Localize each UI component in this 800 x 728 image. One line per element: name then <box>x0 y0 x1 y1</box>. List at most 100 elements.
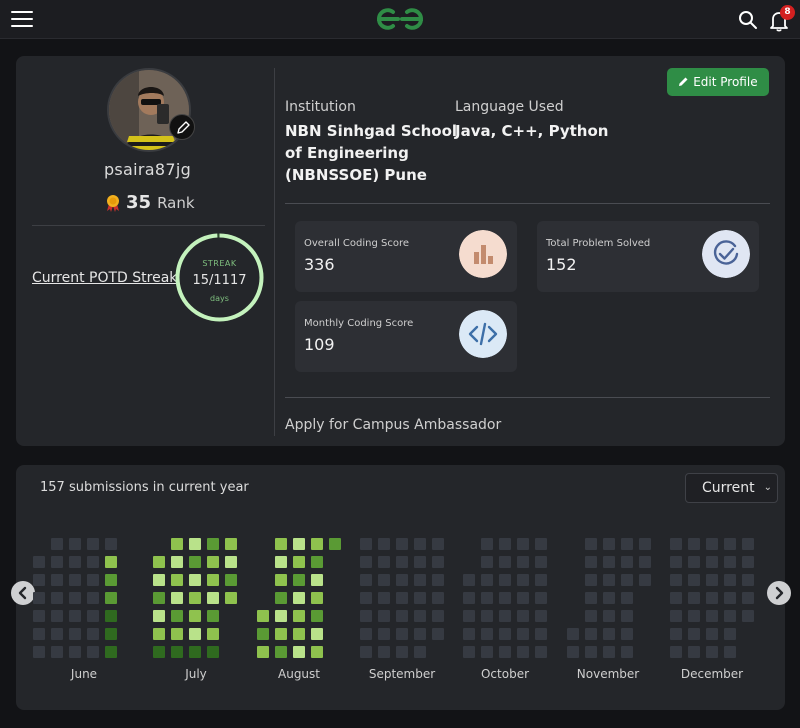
heatmap-cell[interactable] <box>171 574 183 586</box>
heatmap-cell[interactable] <box>724 556 736 568</box>
heatmap-cell[interactable] <box>414 574 426 586</box>
heatmap-cell[interactable] <box>481 646 493 658</box>
heatmap-cell[interactable] <box>225 538 237 550</box>
edit-profile-button[interactable]: Edit Profile <box>667 68 769 96</box>
heatmap-cell[interactable] <box>189 538 201 550</box>
heatmap-cell[interactable] <box>688 538 700 550</box>
heatmap-cell[interactable] <box>105 646 117 658</box>
heatmap-cell[interactable] <box>535 610 547 622</box>
heatmap-cell[interactable] <box>670 538 682 550</box>
heatmap-cell[interactable] <box>706 628 718 640</box>
heatmap-cell[interactable] <box>311 538 323 550</box>
heatmap-cell[interactable] <box>153 628 165 640</box>
heatmap-cell[interactable] <box>360 556 372 568</box>
heatmap-cell[interactable] <box>293 592 305 604</box>
heatmap-cell[interactable] <box>396 556 408 568</box>
heatmap-cell[interactable] <box>207 592 219 604</box>
heatmap-cell[interactable] <box>463 610 475 622</box>
heatmap-cell[interactable] <box>378 574 390 586</box>
heatmap-cell[interactable] <box>432 556 444 568</box>
heatmap-cell[interactable] <box>153 556 165 568</box>
heatmap-cell[interactable] <box>293 610 305 622</box>
heatmap-cell[interactable] <box>517 646 529 658</box>
heatmap-cell[interactable] <box>33 556 45 568</box>
heatmap-cell[interactable] <box>499 556 511 568</box>
heatmap-cell[interactable] <box>481 628 493 640</box>
heatmap-cell[interactable] <box>499 574 511 586</box>
heatmap-cell[interactable] <box>706 538 718 550</box>
heatmap-cell[interactable] <box>688 592 700 604</box>
heatmap-cell[interactable] <box>535 646 547 658</box>
heatmap-cell[interactable] <box>621 646 633 658</box>
heatmap-cell[interactable] <box>639 574 651 586</box>
heatmap-cell[interactable] <box>171 628 183 640</box>
heatmap-cell[interactable] <box>535 556 547 568</box>
heatmap-cell[interactable] <box>396 592 408 604</box>
heatmap-cell[interactable] <box>535 574 547 586</box>
heatmap-cell[interactable] <box>311 574 323 586</box>
heatmap-cell[interactable] <box>481 592 493 604</box>
heatmap-cell[interactable] <box>87 610 99 622</box>
heatmap-cell[interactable] <box>414 556 426 568</box>
heatmap-cell[interactable] <box>585 628 597 640</box>
heatmap-cell[interactable] <box>293 628 305 640</box>
heatmap-cell[interactable] <box>329 538 341 550</box>
heatmap-cell[interactable] <box>688 556 700 568</box>
heatmap-cell[interactable] <box>585 556 597 568</box>
heatmap-cell[interactable] <box>688 646 700 658</box>
heatmap-cell[interactable] <box>585 592 597 604</box>
heatmap-cell[interactable] <box>69 556 81 568</box>
heatmap-cell[interactable] <box>275 556 287 568</box>
heatmap-cell[interactable] <box>724 574 736 586</box>
heatmap-cell[interactable] <box>670 646 682 658</box>
heatmap-cell[interactable] <box>499 538 511 550</box>
heatmap-cell[interactable] <box>603 610 615 622</box>
heatmap-cell[interactable] <box>481 538 493 550</box>
heatmap-cell[interactable] <box>724 610 736 622</box>
heatmap-cell[interactable] <box>378 538 390 550</box>
heatmap-cell[interactable] <box>621 610 633 622</box>
heatmap-cell[interactable] <box>396 646 408 658</box>
heatmap-cell[interactable] <box>535 628 547 640</box>
heatmap-cell[interactable] <box>670 610 682 622</box>
heatmap-cell[interactable] <box>171 646 183 658</box>
heatmap-cell[interactable] <box>257 628 269 640</box>
heatmap-cell[interactable] <box>171 592 183 604</box>
heatmap-cell[interactable] <box>378 646 390 658</box>
heatmap-cell[interactable] <box>481 556 493 568</box>
heatmap-cell[interactable] <box>396 610 408 622</box>
heatmap-cell[interactable] <box>378 610 390 622</box>
heatmap-cell[interactable] <box>742 538 754 550</box>
heatmap-cell[interactable] <box>432 610 444 622</box>
year-select[interactable]: Current ⌄ <box>685 473 778 503</box>
heatmap-cell[interactable] <box>432 538 444 550</box>
heatmap-cell[interactable] <box>275 538 287 550</box>
heatmap-cell[interactable] <box>51 556 63 568</box>
heatmap-cell[interactable] <box>87 646 99 658</box>
heatmap-cell[interactable] <box>499 610 511 622</box>
heatmap-cell[interactable] <box>463 592 475 604</box>
heatmap-cell[interactable] <box>360 574 372 586</box>
heatmap-cell[interactable] <box>51 538 63 550</box>
heatmap-cell[interactable] <box>311 556 323 568</box>
heatmap-cell[interactable] <box>481 574 493 586</box>
heatmap-cell[interactable] <box>51 628 63 640</box>
menu-icon[interactable] <box>11 11 33 27</box>
heatmap-cell[interactable] <box>742 556 754 568</box>
heatmap-cell[interactable] <box>517 610 529 622</box>
heatmap-cell[interactable] <box>378 556 390 568</box>
heatmap-cell[interactable] <box>706 610 718 622</box>
heatmap-cell[interactable] <box>742 592 754 604</box>
heatmap-cell[interactable] <box>33 628 45 640</box>
heatmap-cell[interactable] <box>360 538 372 550</box>
heatmap-cell[interactable] <box>360 592 372 604</box>
heatmap-cell[interactable] <box>69 610 81 622</box>
heatmap-cell[interactable] <box>535 538 547 550</box>
heatmap-cell[interactable] <box>153 574 165 586</box>
heatmap-cell[interactable] <box>432 628 444 640</box>
heatmap-cell[interactable] <box>207 574 219 586</box>
heatmap-cell[interactable] <box>171 556 183 568</box>
heatmap-cell[interactable] <box>742 610 754 622</box>
heatmap-cell[interactable] <box>621 592 633 604</box>
heatmap-cell[interactable] <box>463 574 475 586</box>
